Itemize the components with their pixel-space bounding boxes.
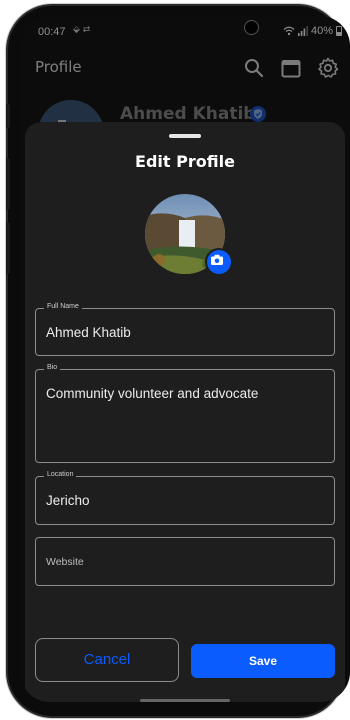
profile-name: Ahmed Khatib xyxy=(120,104,256,124)
drag-handle[interactable] xyxy=(169,134,201,138)
status-bar: 00:47 ⬙ ⇄ 40% xyxy=(20,16,350,46)
edit-profile-sheet: Edit Profile Full Name Ahmed Khatib Bio … xyxy=(25,122,345,702)
change-photo-button[interactable] xyxy=(205,248,233,276)
signal-icon xyxy=(297,26,308,36)
calendar-icon[interactable] xyxy=(279,56,303,80)
full-name-field[interactable]: Full Name Ahmed Khatib xyxy=(35,303,335,356)
bio-value[interactable]: Community volunteer and advocate xyxy=(46,386,258,401)
notification-icons: ⬙ ⇄ xyxy=(73,25,91,35)
website-field[interactable]: Website xyxy=(35,537,335,586)
status-time: 00:47 xyxy=(38,26,66,38)
battery-icon xyxy=(336,26,342,36)
volume-up-button xyxy=(6,158,10,210)
bio-label: Bio xyxy=(44,364,61,371)
camera-icon xyxy=(211,254,223,265)
website-placeholder: Website xyxy=(46,556,84,568)
location-label: Location xyxy=(44,471,77,478)
full-name-label: Full Name xyxy=(44,303,82,310)
home-indicator[interactable] xyxy=(140,699,230,702)
bio-field[interactable]: Bio Community volunteer and advocate xyxy=(35,364,335,463)
location-field[interactable]: Location Jericho xyxy=(35,471,335,525)
save-button[interactable]: Save xyxy=(191,644,335,678)
wifi-icon xyxy=(283,26,295,36)
side-button xyxy=(6,104,10,128)
search-icon[interactable] xyxy=(242,56,266,80)
volume-down-button xyxy=(6,222,10,274)
verified-badge-icon xyxy=(250,106,266,122)
front-camera xyxy=(244,20,259,35)
page-title: Profile xyxy=(35,58,82,76)
cancel-button[interactable]: Cancel xyxy=(35,638,179,682)
battery-percent: 40% xyxy=(310,25,333,37)
screen: 00:47 ⬙ ⇄ 40% Profile Ahmed Khatib Edit … xyxy=(20,16,350,702)
full-name-value[interactable]: Ahmed Khatib xyxy=(46,325,131,340)
gear-icon[interactable] xyxy=(316,56,340,80)
app-bar: Profile xyxy=(20,48,350,88)
sheet-title: Edit Profile xyxy=(135,152,235,171)
status-right: 40% xyxy=(283,25,342,37)
location-value[interactable]: Jericho xyxy=(46,493,90,508)
